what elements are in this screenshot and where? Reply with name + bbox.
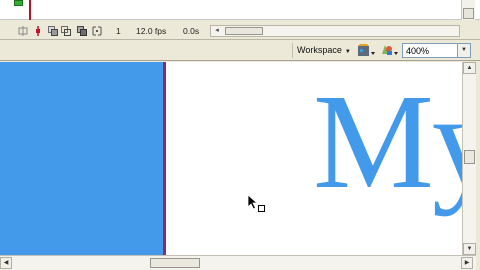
stage[interactable]: My	[0, 62, 462, 255]
caret-down-icon: ▼	[344, 49, 351, 55]
onion-skin-outlines-icon[interactable]	[61, 26, 71, 36]
stage-boundary	[163, 62, 166, 255]
frame-rate: 12.0 fps	[136, 26, 167, 36]
scroll-thumb[interactable]	[464, 150, 475, 164]
center-frame-icon[interactable]	[18, 26, 28, 36]
timeline-horizontal-scrollbar[interactable]: ◂	[210, 25, 460, 37]
chevron-down-icon[interactable]: ▼	[457, 44, 470, 57]
scroll-left-icon[interactable]: ◀	[0, 257, 12, 269]
scroll-left-icon[interactable]: ◂	[211, 26, 223, 36]
edit-bar: Workspace ▼ 400% ▼	[0, 40, 480, 61]
scroll-thumb[interactable]	[225, 27, 263, 35]
workspace-menu[interactable]: Workspace ▼	[292, 43, 355, 58]
edit-multiple-frames-icon[interactable]	[77, 26, 87, 36]
scroll-down-icon[interactable]: ▼	[463, 243, 476, 255]
keyframe-cell[interactable]	[14, 0, 23, 6]
modify-onion-markers-icon[interactable]	[92, 26, 102, 36]
onion-skin-icon[interactable]	[48, 26, 58, 36]
timeline-vertical-scrollbar[interactable]	[461, 0, 475, 20]
scroll-right-icon[interactable]: ▶	[461, 257, 473, 269]
edit-scene-icon[interactable]	[379, 43, 399, 58]
elapsed-time: 0.0s	[183, 26, 200, 36]
stage-horizontal-scrollbar[interactable]: ◀ ▶	[0, 255, 476, 270]
stage-text[interactable]: My	[313, 74, 462, 210]
current-frame: 1	[116, 26, 121, 36]
arrow-cursor-icon	[247, 194, 265, 212]
playhead-icon[interactable]	[33, 26, 43, 36]
timeline-frames[interactable]	[0, 0, 480, 20]
blue-fill-shape[interactable]	[0, 62, 163, 255]
playhead[interactable]	[29, 0, 31, 20]
timeline-status-bar: 1 12.0 fps 0.0s ◂	[0, 22, 480, 40]
zoom-combobox[interactable]: 400% ▼	[402, 43, 471, 58]
scroll-thumb[interactable]	[463, 8, 474, 19]
zoom-value[interactable]: 400%	[406, 46, 429, 56]
stage-vertical-scrollbar[interactable]: ▲ ▼	[462, 62, 476, 255]
workspace-label: Workspace	[297, 45, 342, 55]
scroll-thumb[interactable]	[150, 258, 200, 268]
scroll-up-icon[interactable]: ▲	[463, 62, 476, 74]
edit-symbol-icon[interactable]	[356, 43, 376, 58]
